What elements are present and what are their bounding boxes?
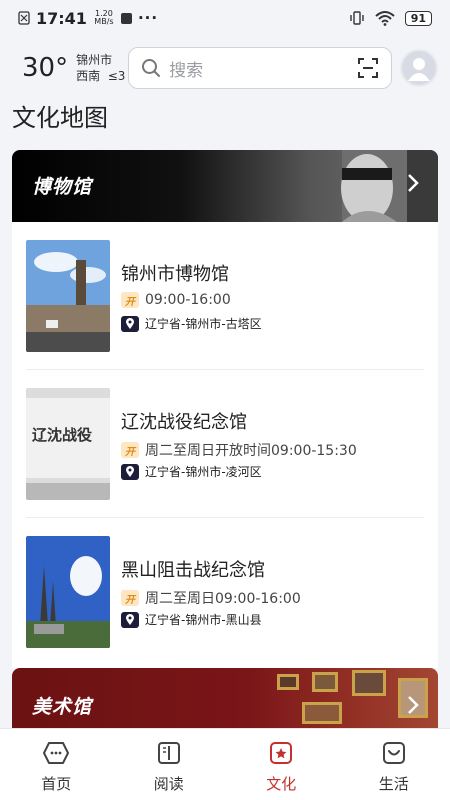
search-input[interactable]: 搜索 [169,56,357,81]
location-pin-icon [121,315,139,332]
user-icon [408,58,430,81]
museum-thumbnail [26,240,110,352]
museum-name: 黑山阻击战纪念馆 [121,560,265,581]
status-bar: 17:41 1.20 MB/s ··· 91 [0,0,450,36]
sim-icon [18,11,30,25]
chevron-right-icon [408,696,419,714]
list-item[interactable]: 黑山阻击战纪念馆 开 周二至周日09:00-16:00 辽宁省-锦州市-黑山县 [26,518,424,666]
open-icon: 开 [121,442,139,458]
search-bar[interactable]: 搜索 [128,47,393,89]
list-item[interactable]: 辽沈战役 辽沈战役纪念馆 开 周二至周日开放时间09:00-15:30 辽宁省-… [26,370,424,518]
location-pin-icon [121,463,139,480]
svg-text:辽沈战役: 辽沈战役 [32,426,92,444]
vibrate-icon [349,11,364,25]
page-title: 文化地图 [12,104,108,132]
weather-wind: 西南 ≤3 [76,69,126,83]
home-icon [43,742,70,764]
museum-name: 辽沈战役纪念馆 [121,412,247,433]
museum-category-banner[interactable]: 博物馆 [12,150,438,222]
top-header: 30° 锦州市 西南 ≤3 搜索 [0,40,450,96]
more-indicator: ··· [137,9,159,27]
scan-icon[interactable] [357,57,379,79]
tab-label: 阅读 [153,775,184,793]
culture-icon [270,742,293,764]
open-icon: 开 [121,292,139,308]
museum-address: 辽宁省-锦州市-古塔区 [121,315,262,332]
tab-home[interactable]: 首页 [0,729,113,800]
opening-hours: 开 周二至周日开放时间09:00-15:30 [121,440,357,460]
life-icon [382,742,405,764]
book-icon [157,742,180,764]
museum-address: 辽宁省-锦州市-黑山县 [121,611,262,628]
opening-hours: 开 周二至周日09:00-16:00 [121,588,301,608]
weather-info[interactable]: 锦州市 西南 ≤3 [76,52,128,84]
tab-life[interactable]: 生活 [338,729,450,800]
battery-indicator: 91 [404,10,432,26]
search-icon [142,59,161,77]
temperature[interactable]: 30° [22,53,68,83]
open-icon: 开 [121,590,139,606]
net-speed: 1.20 MB/s [94,9,114,26]
museum-name: 锦州市博物馆 [121,264,229,285]
museum-banner-label: 博物馆 [32,176,93,198]
location-pin-icon [121,611,139,628]
status-time: 17:41 [36,8,87,28]
chevron-right-icon [408,174,419,192]
museum-address: 辽宁省-锦州市-凌河区 [121,463,262,480]
tab-label: 生活 [378,775,409,793]
opening-hours: 开 09:00-16:00 [121,292,231,308]
museum-thumbnail [26,536,110,648]
wifi-icon [375,11,395,26]
museum-list: 锦州市博物馆 开 09:00-16:00 辽宁省-锦州市-古塔区 辽沈战役 辽沈… [12,222,438,668]
bottom-tab-bar: 首页 阅读 文化 生活 [0,728,450,800]
list-item[interactable]: 锦州市博物馆 开 09:00-16:00 辽宁省-锦州市-古塔区 [26,222,424,370]
museum-thumbnail: 辽沈战役 [26,388,110,500]
art-gallery-banner-label: 美术馆 [32,696,93,718]
weather-city: 锦州市 [76,53,113,67]
avatar[interactable] [400,49,438,87]
art-gallery-category-banner[interactable]: 美术馆 [12,668,438,728]
notification-icon [120,12,132,24]
tab-culture[interactable]: 文化 [225,729,338,800]
tab-reading[interactable]: 阅读 [113,729,226,800]
tab-label: 文化 [266,775,297,793]
tab-label: 首页 [41,775,72,793]
